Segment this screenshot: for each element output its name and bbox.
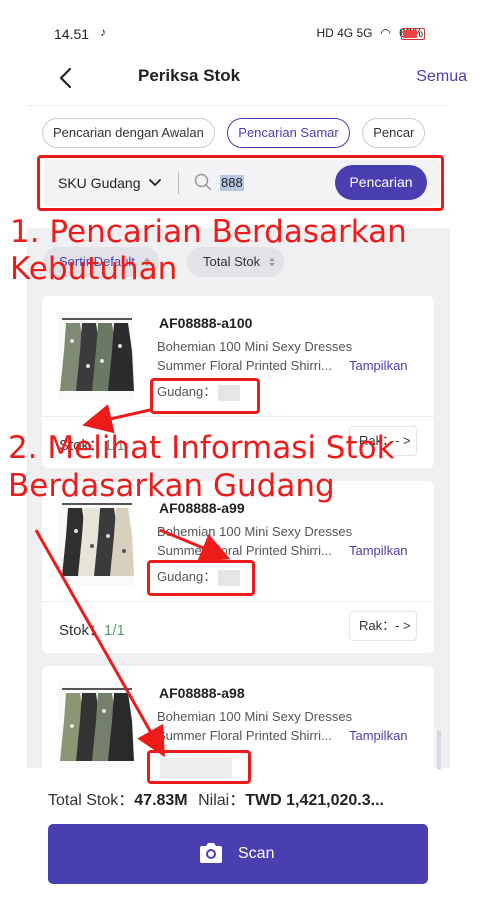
battery-icon <box>401 28 425 40</box>
total-stock-label: Total Stok： <box>48 792 135 809</box>
product-desc-line2: Summer Floral Printed Shirri... <box>157 358 332 373</box>
card-divider <box>42 416 434 417</box>
header-divider <box>27 105 450 106</box>
nav-bar: Periksa Stok Semua <box>27 58 467 104</box>
stock-label: Stok：1/1 <box>59 619 125 640</box>
search-mode-tabs: Pencarian dengan Awalan Pencarian Samar … <box>42 118 442 150</box>
product-sku: AF08888-a100 <box>159 315 253 331</box>
back-button[interactable] <box>55 66 79 90</box>
product-sku: AF08888-a98 <box>159 685 245 701</box>
tiktok-icon: ♪ <box>100 25 106 39</box>
dress-image <box>60 318 134 391</box>
tab-prefix-search[interactable]: Pencarian dengan Awalan <box>42 118 215 148</box>
sort-total-button[interactable]: Total Stok <box>187 247 285 277</box>
annotation-note-1-line2: Kebutuhan <box>10 251 178 287</box>
stock-label-text: Stok： <box>59 622 105 639</box>
product-image <box>58 681 134 768</box>
product-image <box>58 311 134 401</box>
footer-summary: Total Stok：47.83M Nilai：TWD 1,421,020.3.… <box>48 786 384 810</box>
product-desc-line1: Bohemian 100 Mini Sexy Dresses <box>157 709 353 724</box>
chevron-left-icon <box>59 67 72 89</box>
annotation-note-2-line1: 2. Melihat Informasi Stok <box>8 430 395 466</box>
tab-more-search[interactable]: Pencar <box>362 118 426 148</box>
product-desc-line1: Bohemian 100 Mini Sexy Dresses <box>157 339 353 354</box>
sort-total-label: Total Stok <box>203 254 261 269</box>
dress-image <box>62 503 134 576</box>
card-divider <box>42 601 434 602</box>
status-bar: 14.51 ♪ HD 4G 5G ◠ 63% <box>0 0 483 66</box>
product-desc-line2: Summer Floral Printed Shirri... <box>157 728 332 743</box>
dress-image <box>60 688 134 761</box>
annotation-note-2-line2: Berdasarkan Gudang <box>8 468 335 504</box>
scan-label: Scan <box>238 845 275 862</box>
show-more-link[interactable]: Tampilkan <box>349 358 408 373</box>
value-amount: TWD 1,421,020.3... <box>245 792 384 809</box>
show-more-link[interactable]: Tampilkan <box>349 543 408 558</box>
redacted-area <box>160 758 232 778</box>
status-time: 14.51 <box>54 26 90 42</box>
rack-button[interactable]: Rak：- > <box>349 611 417 641</box>
all-link[interactable]: Semua <box>416 68 467 86</box>
annotation-box-gudang-1 <box>150 378 260 414</box>
annotation-box-gudang-2 <box>147 560 255 596</box>
sort-icon <box>269 258 276 266</box>
scrollbar[interactable] <box>437 730 441 770</box>
annotation-note-1-line1: 1. Pencarian Berdasarkan <box>10 214 407 250</box>
product-image <box>58 496 134 586</box>
show-more-link[interactable]: Tampilkan <box>349 728 408 743</box>
wifi-icon: ◠ <box>380 26 391 40</box>
value-label: Nilai： <box>198 792 246 809</box>
network-indicator: HD 4G 5G <box>316 26 373 40</box>
scan-button[interactable]: Scan <box>48 824 428 884</box>
annotation-box-search <box>37 155 444 211</box>
battery-level <box>403 30 417 38</box>
product-desc-line1: Bohemian 100 Mini Sexy Dresses <box>157 524 353 539</box>
product-desc-line2: Summer Floral Printed Shirri... <box>157 543 332 558</box>
page-title: Periksa Stok <box>138 66 241 85</box>
camera-icon <box>200 843 222 863</box>
tab-fuzzy-search[interactable]: Pencarian Samar <box>227 118 350 148</box>
total-stock-value: 47.83M <box>134 792 188 809</box>
stock-value: 1/1 <box>104 622 125 639</box>
